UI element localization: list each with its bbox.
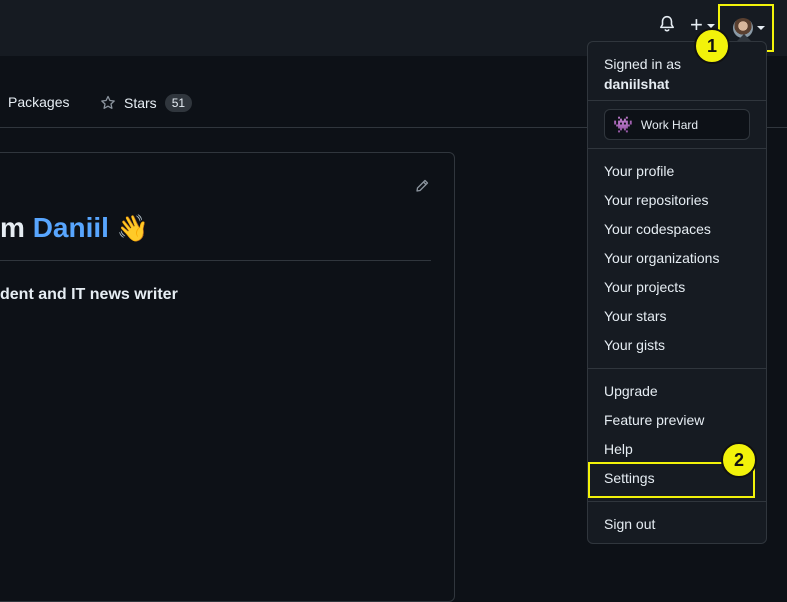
pencil-icon[interactable] bbox=[414, 178, 430, 194]
signed-in-label: Signed in as bbox=[604, 56, 682, 72]
divider bbox=[0, 260, 431, 261]
heading-prefix: m bbox=[0, 212, 33, 243]
space-invader-icon: 👾 bbox=[613, 116, 633, 134]
tab-stars[interactable]: Stars 51 bbox=[100, 94, 193, 112]
set-status-button[interactable]: 👾 Work Hard bbox=[604, 109, 750, 140]
signed-in-info: Signed in as daniilshat bbox=[604, 54, 681, 94]
menu-item-your-stars[interactable]: Your stars bbox=[604, 308, 667, 324]
status-text: Work Hard bbox=[640, 117, 699, 132]
tab-packages[interactable]: Packages bbox=[8, 94, 69, 110]
menu-item-your-organizations[interactable]: Your organizations bbox=[604, 250, 719, 266]
tab-label: Packages bbox=[8, 94, 70, 110]
stars-count-badge: 51 bbox=[164, 94, 193, 112]
menu-divider bbox=[588, 501, 766, 502]
menu-item-help[interactable]: Help bbox=[604, 441, 633, 457]
menu-item-your-gists[interactable]: Your gists bbox=[604, 337, 665, 353]
menu-item-your-projects[interactable]: Your projects bbox=[604, 279, 685, 295]
callout-2: 2 bbox=[721, 442, 757, 478]
heading-name: Daniil bbox=[32, 212, 109, 243]
tab-label: Stars bbox=[124, 95, 157, 111]
bell-icon[interactable] bbox=[658, 15, 676, 33]
chevron-down-icon bbox=[757, 26, 765, 30]
star-icon bbox=[101, 95, 115, 109]
menu-item-feature-preview[interactable]: Feature preview bbox=[604, 412, 704, 428]
menu-item-upgrade[interactable]: Upgrade bbox=[604, 383, 658, 399]
menu-divider bbox=[588, 100, 766, 101]
menu-item-your-profile[interactable]: Your profile bbox=[604, 163, 674, 179]
menu-divider bbox=[588, 148, 766, 149]
menu-item-your-repositories[interactable]: Your repositories bbox=[604, 192, 709, 208]
menu-divider bbox=[588, 368, 766, 369]
menu-item-sign-out[interactable]: Sign out bbox=[604, 516, 655, 532]
menu-item-your-codespaces[interactable]: Your codespaces bbox=[604, 221, 711, 237]
wave-emoji: 👋 bbox=[116, 213, 150, 243]
callout-1: 1 bbox=[694, 28, 730, 64]
readme-subtitle: dent and IT news writer bbox=[0, 286, 178, 303]
username: daniilshat bbox=[604, 76, 670, 92]
readme-heading: m Daniil 👋 bbox=[0, 212, 149, 244]
